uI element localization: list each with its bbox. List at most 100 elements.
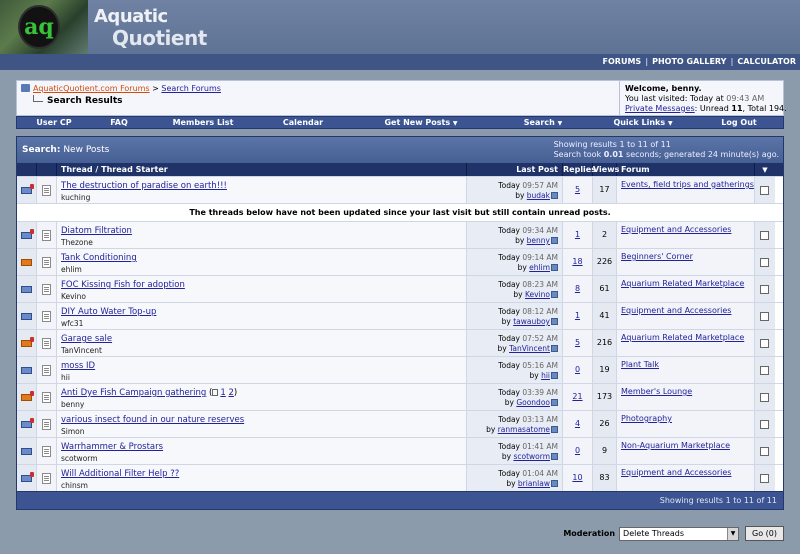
forum-home-icon[interactable] (21, 84, 30, 92)
thread-select-checkbox[interactable] (760, 285, 769, 294)
thread-title-link[interactable]: various insect found in our nature reser… (61, 415, 244, 425)
thread-starter[interactable]: chinsm (61, 481, 466, 490)
thread-status-envelope-icon[interactable] (21, 367, 32, 374)
go-to-last-post-icon[interactable] (551, 372, 558, 379)
menu-faq[interactable]: FAQ (91, 117, 147, 128)
thread-starter[interactable]: Kevino (61, 292, 466, 301)
thread-title-link[interactable]: The destruction of paradise on earth!!! (61, 181, 227, 191)
select-all-toggle[interactable]: ▼ (755, 163, 775, 176)
replies-link[interactable]: 5 (575, 338, 580, 347)
forum-link[interactable]: Beginners' Corner (621, 252, 693, 261)
thread-starter[interactable]: hii (61, 373, 466, 382)
thread-status-envelope-icon[interactable] (21, 259, 32, 266)
menu-calendar[interactable]: Calendar (259, 117, 347, 128)
go-to-last-post-icon[interactable] (551, 318, 558, 325)
forum-link[interactable]: Events, field trips and gatherings (621, 180, 754, 189)
thread-select-checkbox[interactable] (760, 420, 769, 429)
nav-calculator[interactable]: CALCULATOR (737, 57, 796, 66)
thread-select-checkbox[interactable] (760, 474, 769, 483)
thread-starter[interactable]: Thezone (61, 238, 466, 247)
go-to-last-post-icon[interactable] (551, 480, 558, 487)
thread-starter[interactable]: benny (61, 400, 466, 409)
go-to-last-post-icon[interactable] (551, 264, 558, 271)
thread-select-checkbox[interactable] (760, 231, 769, 240)
forum-link[interactable]: Member's Lounge (621, 387, 692, 396)
replies-link[interactable]: 4 (575, 419, 580, 428)
forum-link[interactable]: Non-Aquarium Marketplace (621, 441, 730, 450)
replies-link[interactable]: 0 (575, 365, 580, 374)
go-to-last-post-icon[interactable] (551, 345, 558, 352)
thread-status-envelope-icon[interactable] (21, 472, 34, 482)
thread-starter[interactable]: ehlim (61, 265, 466, 274)
menu-get-new-posts[interactable]: Get New Posts ▼ (347, 117, 495, 129)
thread-select-checkbox[interactable] (760, 366, 769, 375)
go-to-last-post-icon[interactable] (551, 291, 558, 298)
thread-status-envelope-icon[interactable] (21, 448, 32, 455)
forum-link[interactable]: Equipment and Accessories (621, 225, 731, 234)
thread-title-link[interactable]: Warrhammer & Prostars (61, 442, 163, 452)
thread-status-envelope-icon[interactable] (21, 184, 34, 194)
replies-link[interactable]: 0 (575, 446, 580, 455)
site-logo[interactable]: aq (18, 5, 60, 49)
thread-starter[interactable]: wfc31 (61, 319, 466, 328)
replies-link[interactable]: 18 (572, 257, 582, 266)
last-post-user-link[interactable]: scotworm (513, 452, 550, 461)
last-post-user-link[interactable]: brianlaw (518, 479, 550, 488)
site-wordmark[interactable]: Aquatic Quotient (92, 4, 232, 50)
last-post-user-link[interactable]: hii (541, 371, 550, 380)
column-replies[interactable]: Replies (563, 163, 596, 176)
thread-status-envelope-icon[interactable] (21, 313, 32, 320)
column-forum[interactable]: Forum (617, 163, 755, 176)
replies-link[interactable]: 1 (575, 230, 580, 239)
thread-starter[interactable]: TanVincent (61, 346, 466, 355)
last-post-user-link[interactable]: ehlim (529, 263, 550, 272)
thread-starter[interactable]: kuching (61, 193, 466, 202)
forum-link[interactable]: Aquarium Related Marketplace (621, 333, 744, 342)
last-post-user-link[interactable]: benny (527, 236, 550, 245)
forum-link[interactable]: Photography (621, 414, 672, 423)
private-messages-link[interactable]: Private Messages (625, 104, 695, 113)
thread-select-checkbox[interactable] (760, 312, 769, 321)
thread-starter[interactable]: Simon (61, 427, 466, 436)
forum-link[interactable]: Plant Talk (621, 360, 659, 369)
nav-forums[interactable]: FORUMS (603, 57, 642, 66)
column-views[interactable]: Views (593, 163, 619, 176)
menu-quick-links[interactable]: Quick Links ▼ (591, 117, 695, 129)
thread-status-envelope-icon[interactable] (21, 337, 34, 347)
thread-title-link[interactable]: moss ID (61, 361, 95, 371)
thread-select-checkbox[interactable] (760, 339, 769, 348)
menu-members-list[interactable]: Members List (147, 117, 259, 128)
thread-page-link[interactable]: 2 (228, 388, 233, 398)
column-last-post[interactable]: Last Post (467, 163, 563, 176)
replies-link[interactable]: 1 (575, 311, 580, 320)
last-post-user-link[interactable]: Goondoo (516, 398, 550, 407)
thread-title-link[interactable]: Anti Dye Fish Campaign gathering (61, 388, 206, 398)
menu-user-cp[interactable]: User CP (17, 117, 91, 128)
thread-title-link[interactable]: Will Additional Filter Help ?? (61, 469, 179, 479)
thread-status-envelope-icon[interactable] (21, 229, 34, 239)
thread-select-checkbox[interactable] (760, 258, 769, 267)
thread-status-envelope-icon[interactable] (21, 418, 34, 428)
last-post-user-link[interactable]: Kevino (525, 290, 550, 299)
thread-select-checkbox[interactable] (760, 186, 769, 195)
last-post-user-link[interactable]: ranmasatome (498, 425, 550, 434)
replies-link[interactable]: 5 (575, 185, 580, 194)
replies-link[interactable]: 8 (575, 284, 580, 293)
moderation-go-button[interactable]: Go (0) (745, 526, 784, 541)
replies-link[interactable]: 10 (572, 473, 582, 482)
last-post-user-link[interactable]: tawauboy (513, 317, 550, 326)
thread-title-link[interactable]: FOC Kissing Fish for adoption (61, 280, 185, 290)
thread-status-envelope-icon[interactable] (21, 286, 32, 293)
breadcrumb-search-link[interactable]: Search Forums (161, 84, 221, 93)
thread-page-link[interactable]: 1 (220, 388, 225, 398)
thread-title-link[interactable]: Garage sale (61, 334, 112, 344)
thread-title-link[interactable]: DIY Auto Water Top-up (61, 307, 156, 317)
go-to-last-post-icon[interactable] (551, 237, 558, 244)
breadcrumb-home-link[interactable]: AquaticQuotient.com Forums (33, 84, 150, 93)
thread-select-checkbox[interactable] (760, 393, 769, 402)
thread-select-checkbox[interactable] (760, 447, 769, 456)
forum-link[interactable]: Equipment and Accessories (621, 306, 731, 315)
go-to-last-post-icon[interactable] (551, 192, 558, 199)
thread-title-link[interactable]: Tank Conditioning (61, 253, 137, 263)
go-to-last-post-icon[interactable] (551, 426, 558, 433)
